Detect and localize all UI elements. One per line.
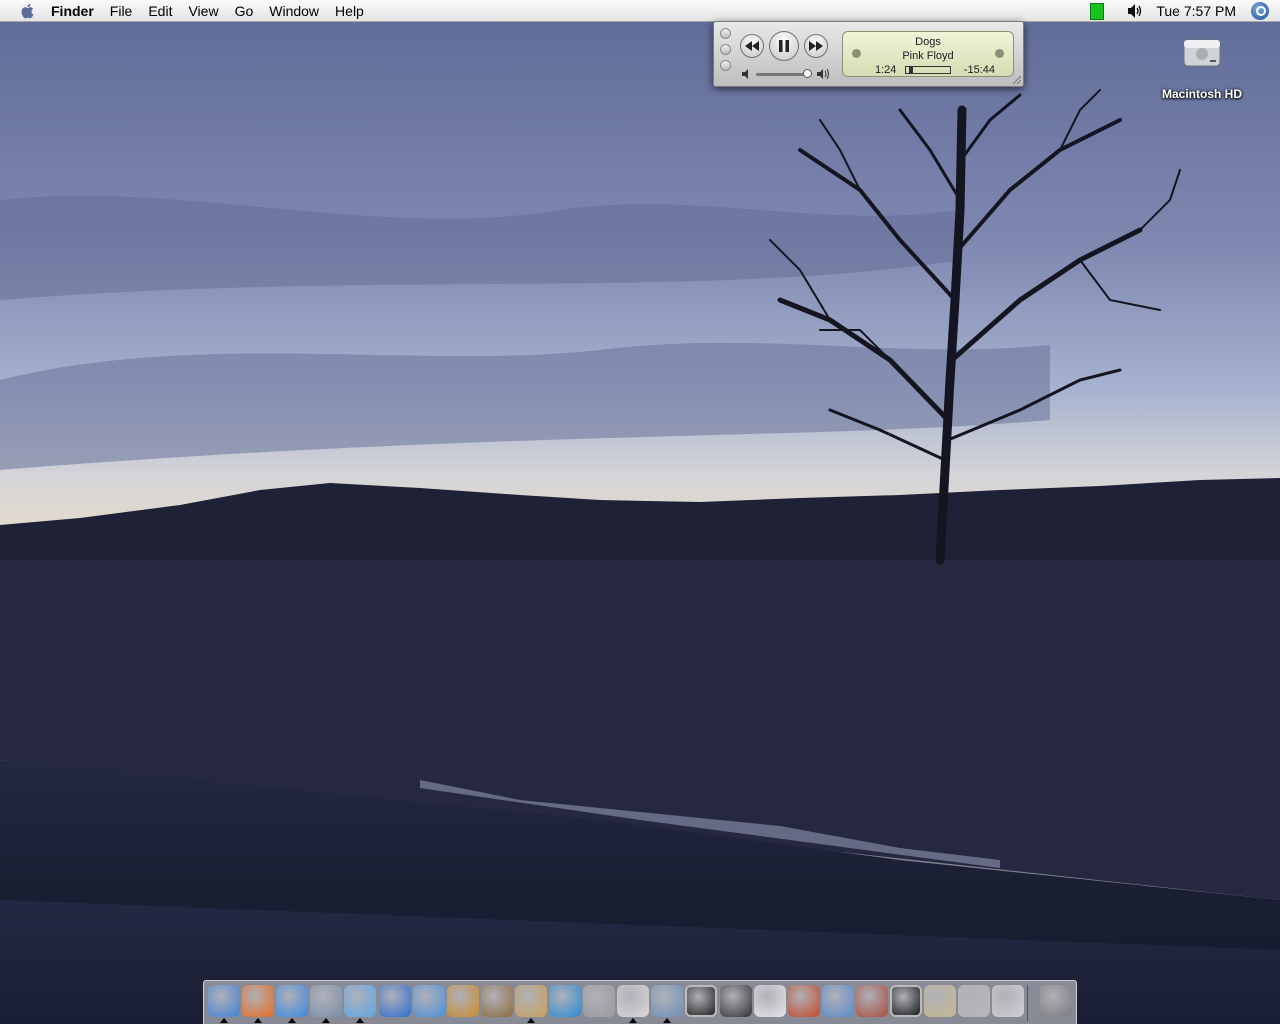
desktop-wallpaper: [0, 0, 1280, 1024]
clapper-icon: [720, 985, 752, 1017]
previous-icon: [745, 41, 759, 51]
menu-go[interactable]: Go: [227, 0, 262, 22]
dock-item-utility[interactable]: [992, 985, 1025, 1017]
display-toggle-icon[interactable]: [995, 49, 1004, 58]
utility-icon: [992, 985, 1024, 1017]
hard-drive-icon: [1183, 39, 1221, 67]
menubar-clock[interactable]: Tue 7:57 PM: [1156, 3, 1236, 19]
finder-icon: [208, 985, 240, 1017]
menu-file[interactable]: File: [102, 0, 141, 22]
pause-icon: [779, 40, 789, 52]
next-icon: [809, 41, 823, 51]
dock-item-youtube[interactable]: [753, 985, 786, 1017]
imovie-icon: [379, 985, 411, 1017]
previous-track-button[interactable]: [740, 34, 764, 58]
quicktime-icon: [549, 985, 581, 1017]
apple-icon[interactable]: [19, 2, 37, 20]
menu-view[interactable]: View: [180, 0, 226, 22]
volume-high-icon: [817, 68, 829, 80]
running-indicator: [526, 1018, 535, 1023]
dock-item-automator[interactable]: [583, 985, 616, 1017]
running-indicator: [254, 1018, 263, 1023]
dock-item-ichat[interactable]: [276, 985, 309, 1023]
dock-item-quicktime[interactable]: [549, 985, 581, 1017]
track-progress-bar[interactable]: [905, 66, 951, 74]
desktop-icon-macintosh-hd[interactable]: Macintosh HD: [1152, 30, 1252, 101]
terminal-icon: [687, 987, 715, 1015]
dock-item-garageband[interactable]: [446, 985, 479, 1017]
close-button[interactable]: [720, 28, 731, 39]
running-indicator: [322, 1018, 331, 1023]
dock-item-disk-utility[interactable]: [855, 985, 888, 1017]
dock-item-imovie[interactable]: [378, 985, 411, 1017]
minimize-button[interactable]: [720, 44, 731, 55]
trash-icon: [1040, 985, 1072, 1017]
running-indicator: [288, 1018, 297, 1023]
spotlight-icon[interactable]: [1251, 2, 1269, 20]
pause-button[interactable]: [769, 31, 799, 61]
dock-item-iphoto[interactable]: [480, 985, 513, 1017]
address-book-icon: [515, 985, 547, 1017]
battery-icon[interactable]: [1090, 2, 1105, 20]
progress-knob[interactable]: [909, 67, 914, 73]
now-playing-display: Dogs Pink Floyd 1:24 -15:44: [842, 31, 1014, 77]
menu-finder[interactable]: Finder: [51, 0, 102, 22]
menu-help[interactable]: Help: [327, 0, 372, 22]
desktop-icon-label: Macintosh HD: [1161, 87, 1242, 101]
artist-name: Pink Floyd: [902, 50, 954, 62]
itunes-mini-player: Dogs Pink Floyd 1:24 -15:44: [713, 21, 1024, 87]
elapsed-time: 1:24: [875, 64, 897, 76]
running-indicator: [356, 1018, 365, 1023]
next-track-button[interactable]: [804, 34, 828, 58]
volume-low-icon: [742, 69, 748, 79]
dock-item-preview[interactable]: [651, 985, 684, 1023]
firefox-icon: [242, 985, 274, 1017]
system-preferences-icon: [958, 985, 990, 1017]
mail-icon: [310, 985, 342, 1017]
volume-slider-knob[interactable]: [802, 69, 812, 78]
menu-edit[interactable]: Edit: [140, 0, 180, 22]
dock-item-clapper[interactable]: [719, 985, 752, 1017]
zoom-button[interactable]: [720, 60, 731, 71]
dock-item-installer[interactable]: [924, 985, 957, 1017]
running-indicator: [220, 1018, 228, 1023]
dock-item-textedit[interactable]: [617, 985, 650, 1023]
ichat-icon: [276, 985, 308, 1017]
menu-window[interactable]: Window: [261, 0, 327, 22]
dock-item-finder[interactable]: [208, 985, 240, 1023]
disk-utility-icon: [856, 985, 888, 1017]
running-indicator: [629, 1018, 638, 1023]
textedit-icon: [617, 985, 649, 1017]
youtube-icon: [754, 985, 786, 1017]
dock-separator: [1027, 985, 1028, 1021]
automator-icon: [583, 985, 615, 1017]
dock-item-handbrake[interactable]: [787, 985, 820, 1017]
dock-item-firefox[interactable]: [242, 985, 275, 1023]
speaker-icon[interactable]: [1126, 3, 1144, 19]
menu-bar: Finder File Edit View Go Window Help Tue…: [0, 0, 1280, 22]
dock-item-system-profiler[interactable]: [821, 985, 854, 1017]
dock: [203, 980, 1077, 1024]
dock-item-itunes[interactable]: [344, 985, 377, 1023]
dock-item-idvd[interactable]: [412, 985, 445, 1017]
dock-item-trash[interactable]: [1040, 985, 1072, 1017]
iphoto-icon: [481, 985, 513, 1017]
remaining-time: -15:44: [963, 64, 995, 76]
dock-item-terminal[interactable]: [685, 985, 718, 1017]
handbrake-icon: [788, 985, 820, 1017]
dock-item-mail[interactable]: [310, 985, 343, 1023]
idvd-icon: [413, 985, 445, 1017]
system-profiler-icon: [822, 985, 854, 1017]
installer-icon: [924, 985, 956, 1017]
dock-item-activity-monitor[interactable]: [890, 985, 922, 1017]
activity-monitor-icon: [892, 987, 920, 1015]
resize-grip-icon[interactable]: [1013, 76, 1021, 84]
dock-item-system-preferences[interactable]: [958, 985, 991, 1017]
song-title: Dogs: [915, 36, 941, 48]
preview-icon: [651, 985, 683, 1017]
running-indicator: [663, 1018, 672, 1023]
garageband-icon: [447, 985, 479, 1017]
itunes-icon: [344, 985, 376, 1017]
dock-item-address-book[interactable]: [514, 985, 547, 1023]
